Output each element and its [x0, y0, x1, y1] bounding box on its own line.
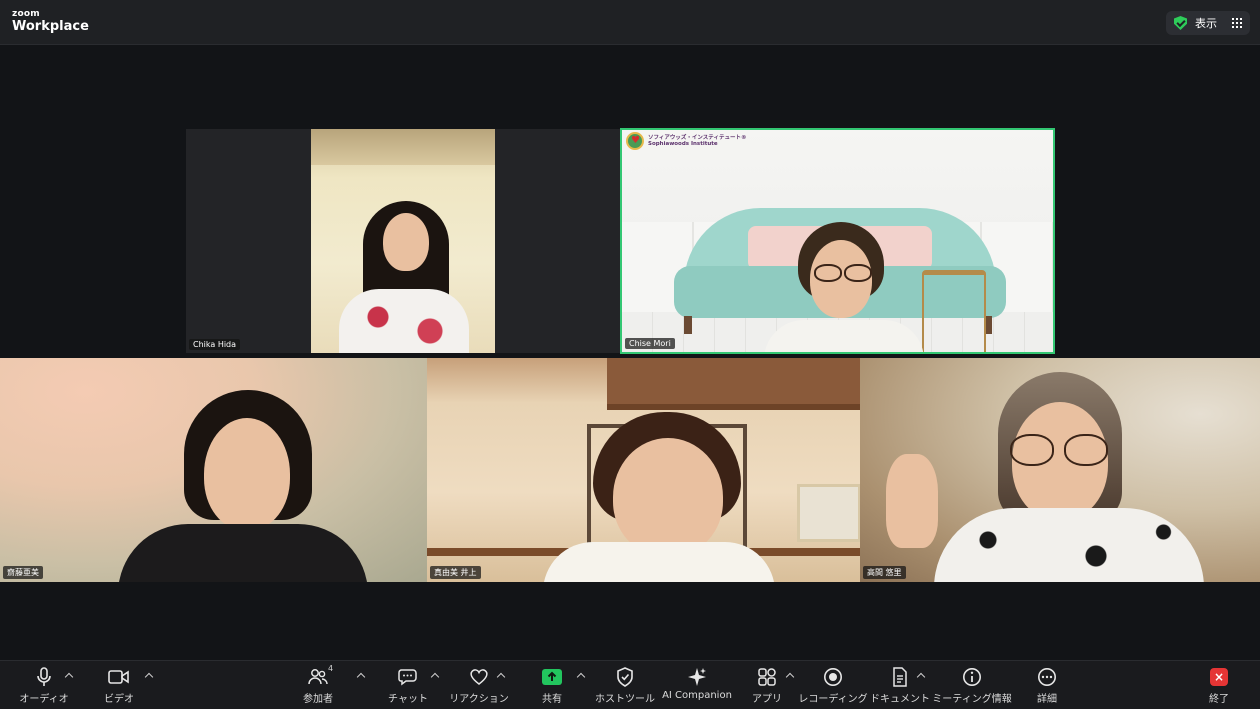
video-tile-3[interactable]: 齋藤亜美: [0, 358, 427, 582]
logo-workplace-text: Workplace: [12, 19, 89, 34]
top-bar: zoom Workplace 表示: [0, 0, 1260, 45]
participants-options-chevron-icon[interactable]: [356, 670, 366, 680]
meeting-info-label: ミーティング情報: [932, 694, 1012, 705]
participant-name: 真由美 井上: [430, 566, 481, 579]
video-options-chevron-icon[interactable]: [144, 670, 154, 680]
grid-view-icon: [1232, 18, 1242, 28]
participants-icon: [308, 669, 328, 685]
meeting-info-button[interactable]: ミーティング情報: [932, 666, 1012, 706]
participant-name: Chise Mori: [625, 338, 675, 349]
view-button[interactable]: 表示: [1166, 11, 1250, 35]
participants-button[interactable]: 4 参加者: [300, 664, 336, 706]
docs-options-chevron-icon[interactable]: [916, 670, 926, 680]
video-label: ビデオ: [104, 694, 134, 705]
participant-name: 齋藤亜美: [3, 566, 43, 579]
reactions-label: リアクション: [449, 694, 509, 705]
record-icon: [824, 668, 842, 686]
record-button[interactable]: レコーディング: [798, 666, 868, 706]
apps-label: アプリ: [752, 694, 782, 705]
shield-icon: [617, 667, 633, 687]
document-icon: [893, 667, 907, 687]
audio-label: オーディオ: [19, 694, 69, 705]
video-tile-4[interactable]: 真由美 井上: [427, 358, 860, 582]
close-icon: ×: [1210, 668, 1228, 686]
more-button[interactable]: 詳細: [1034, 666, 1060, 706]
apps-button[interactable]: アプリ: [752, 666, 782, 706]
video-camera-icon: [108, 670, 129, 684]
audio-button[interactable]: オーディオ: [19, 666, 69, 706]
host-tools-label: ホストツール: [595, 694, 655, 705]
ai-companion-label: AI Companion: [662, 690, 732, 701]
ai-companion-button[interactable]: AI Companion: [662, 666, 732, 706]
share-options-chevron-icon[interactable]: [576, 670, 586, 680]
video-tile-2-active-speaker[interactable]: ソフィアウッズ・インスティテュート® Sophiawoods Institute…: [620, 128, 1055, 354]
record-label: レコーディング: [798, 694, 868, 705]
video-tile-1[interactable]: Chika Hida: [186, 129, 620, 353]
audio-options-chevron-icon[interactable]: [64, 670, 74, 680]
participants-label: 参加者: [303, 694, 333, 705]
share-label: 共有: [542, 694, 562, 705]
reactions-options-chevron-icon[interactable]: [496, 670, 506, 680]
chat-label: チャット: [388, 694, 428, 705]
chat-button[interactable]: チャット: [388, 666, 428, 706]
camera-feed: [311, 129, 495, 353]
share-screen-icon: [542, 669, 562, 685]
more-label: 詳細: [1037, 694, 1057, 705]
video-button[interactable]: ビデオ: [102, 666, 136, 706]
info-icon: [963, 668, 981, 686]
participant-count: 4: [328, 664, 334, 673]
host-tools-button[interactable]: ホストツール: [595, 666, 655, 706]
share-screen-button[interactable]: 共有: [538, 666, 566, 706]
heart-icon: [470, 669, 488, 685]
sophiawoods-brand: ソフィアウッズ・インスティテュート® Sophiawoods Institute: [626, 132, 746, 150]
end-label: 終了: [1209, 694, 1229, 705]
chat-icon: [398, 669, 417, 686]
meeting-toolbar: オーディオ ビデオ 4 参加者 チャット リアクション 共有 ホストツール AI…: [0, 660, 1260, 709]
microphone-icon: [37, 667, 51, 686]
sophiawoods-logo-icon: [626, 132, 644, 150]
sparkle-icon: [688, 668, 706, 686]
security-shield-icon: [1174, 16, 1187, 30]
zoom-workplace-logo: zoom Workplace: [12, 9, 89, 34]
peace-sign-hand: [886, 454, 938, 548]
chat-options-chevron-icon[interactable]: [430, 670, 440, 680]
logo-zoom-text: zoom: [12, 9, 40, 19]
view-label: 表示: [1195, 17, 1217, 30]
docs-label: ドキュメント: [870, 694, 930, 705]
more-dots-icon: [1038, 668, 1056, 686]
participant-name: 高間 悠里: [863, 566, 906, 579]
apps-options-chevron-icon[interactable]: [785, 670, 795, 680]
end-meeting-button[interactable]: × 終了: [1206, 666, 1232, 706]
participant-name: Chika Hida: [189, 339, 241, 350]
brand-english: Sophiawoods Institute: [648, 141, 718, 147]
video-tile-5[interactable]: 高間 悠里: [860, 358, 1260, 582]
apps-icon: [758, 668, 776, 686]
